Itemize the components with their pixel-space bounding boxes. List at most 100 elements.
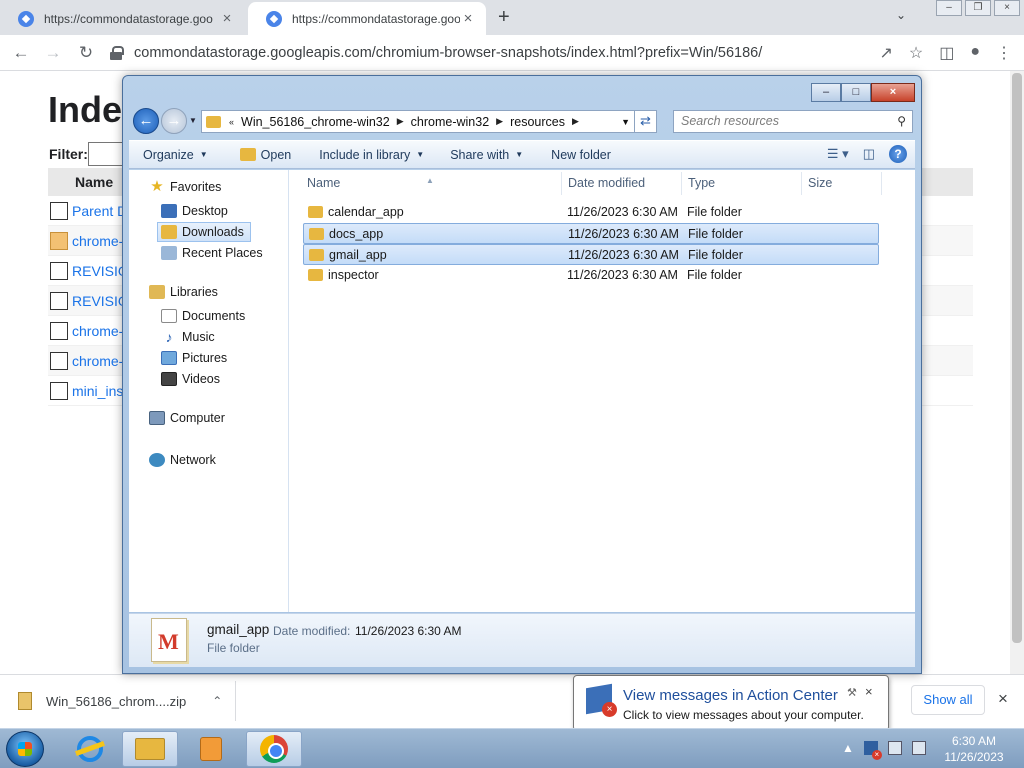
open-button[interactable]: Open — [218, 148, 302, 162]
breadcrumb-segment[interactable]: Win_56186_chrome-win32 — [241, 115, 390, 129]
column-divider[interactable] — [881, 172, 882, 195]
forward-arrow-icon[interactable]: → — [42, 42, 64, 64]
nav-documents[interactable]: Documents — [161, 306, 251, 326]
bookmark-star-icon[interactable]: ☆ — [909, 43, 923, 63]
breadcrumb-arrow-icon[interactable]: ▶ — [397, 116, 404, 127]
reload-icon[interactable]: ↻ — [75, 42, 97, 64]
show-hidden-icons-icon[interactable]: ▲ — [842, 741, 854, 755]
column-type[interactable]: Type — [688, 176, 715, 190]
browser-tab-2[interactable]: https://commondatastorage.goo × — [248, 2, 486, 35]
nav-network[interactable]: Network — [149, 453, 216, 467]
listing-link[interactable]: chrome- — [72, 353, 123, 369]
file-date: 11/26/2023 6:30 AM — [567, 205, 678, 219]
breadcrumb-arrow-icon[interactable]: ▶ — [496, 116, 503, 127]
column-name[interactable]: Name — [307, 176, 340, 190]
refresh-icon[interactable]: ⇄ — [634, 111, 656, 132]
listing-link[interactable]: REVISIO — [72, 263, 129, 279]
volume-muted-icon[interactable] — [911, 741, 926, 755]
column-divider[interactable] — [801, 172, 802, 195]
file-list: ▲ Name Date modified Type Size calendar_… — [289, 170, 915, 612]
listing-link[interactable]: chrome- — [72, 233, 123, 249]
url-text: commondatastorage.googleapis.com/chromiu… — [134, 45, 763, 61]
breadcrumb-segment[interactable]: resources — [510, 115, 565, 129]
minimize-icon[interactable]: – — [936, 0, 962, 16]
menu-kebab-icon[interactable]: ⋮ — [996, 43, 1012, 63]
profile-avatar-icon[interactable]: ● — [970, 43, 980, 63]
file-row[interactable]: calendar_app 11/26/2023 6:30 AM File fol… — [303, 202, 879, 223]
nav-computer[interactable]: Computer — [149, 411, 225, 425]
nav-pictures[interactable]: Pictures — [161, 348, 233, 368]
search-input[interactable]: Search resources ⚲ — [673, 110, 913, 133]
nav-downloads[interactable]: Downloads — [157, 222, 251, 242]
listing-link[interactable]: REVISIO — [72, 293, 129, 309]
address-dropdown-icon[interactable]: ▼ — [621, 117, 630, 127]
settings-wrench-icon[interactable]: ⚒ — [847, 686, 857, 699]
help-icon[interactable]: ? — [889, 145, 907, 163]
forward-arrow-icon[interactable]: → — [161, 108, 187, 134]
chevron-up-icon[interactable]: ⌃ — [212, 694, 222, 708]
preview-pane-icon[interactable]: ◫ — [863, 146, 875, 162]
back-arrow-icon[interactable]: ← — [133, 108, 159, 134]
nav-libraries[interactable]: Libraries — [149, 285, 218, 299]
lock-icon[interactable] — [110, 46, 124, 60]
file-row[interactable]: docs_app 11/26/2023 6:30 AM File folder — [303, 223, 879, 244]
new-folder-button[interactable]: New folder — [533, 148, 621, 162]
show-all-button[interactable]: Show all — [911, 685, 985, 715]
tab-close-icon[interactable]: × — [219, 10, 235, 27]
listing-link[interactable]: mini_ins — [72, 383, 123, 399]
nav-recent-places[interactable]: Recent Places — [161, 243, 269, 263]
taskbar-media-player[interactable] — [183, 731, 239, 767]
new-tab-button[interactable]: + — [498, 6, 510, 29]
side-panel-icon[interactable]: ◫ — [939, 43, 954, 63]
column-date-modified[interactable]: Date modified — [568, 176, 645, 190]
change-view-icon[interactable]: ☰ ▾ — [827, 146, 849, 162]
minimize-icon[interactable]: – — [811, 83, 841, 102]
network-status-icon[interactable] — [887, 741, 902, 755]
share-icon[interactable]: ↗ — [879, 43, 892, 63]
taskbar-internet-explorer[interactable] — [62, 731, 118, 767]
overflow-chevron-icon[interactable]: « — [229, 117, 234, 127]
listing-link[interactable]: Parent D — [72, 203, 127, 219]
taskbar-chrome[interactable] — [246, 731, 302, 767]
taskbar-windows-explorer[interactable] — [122, 731, 178, 767]
start-button[interactable] — [6, 731, 44, 767]
column-size[interactable]: Size — [808, 176, 832, 190]
back-arrow-icon[interactable]: ← — [10, 42, 32, 64]
search-icon[interactable]: ⚲ — [897, 114, 906, 128]
close-icon[interactable]: × — [994, 0, 1020, 16]
tab-search-icon[interactable]: ⌄ — [896, 8, 906, 22]
close-icon[interactable]: × — [871, 83, 915, 102]
windows-explorer-icon — [135, 738, 165, 760]
organize-button[interactable]: Organize ▼ — [129, 148, 218, 162]
file-row[interactable]: gmail_app 11/26/2023 6:30 AM File folder — [303, 244, 879, 265]
nav-desktop[interactable]: Desktop — [161, 201, 234, 221]
close-icon[interactable]: × — [865, 684, 873, 699]
restore-icon[interactable]: ❐ — [965, 0, 991, 16]
explorer-address-bar[interactable]: « Win_56186_chrome-win32 ▶ chrome-win32 … — [201, 110, 657, 133]
nav-favorites[interactable]: ★ Favorites — [149, 179, 221, 194]
browser-tab-1[interactable]: https://commondatastorage.goo × — [0, 2, 245, 35]
include-in-library-button[interactable]: Include in library ▼ — [301, 148, 434, 162]
breadcrumb-segment[interactable]: chrome-win32 — [411, 115, 490, 129]
system-clock[interactable]: 6:30 AM 11/26/2023 — [942, 733, 1006, 765]
action-center-notification[interactable]: × View messages in Action Center Click t… — [573, 675, 889, 744]
action-center-flag-icon[interactable] — [863, 741, 882, 760]
maximize-icon[interactable]: □ — [841, 83, 871, 102]
nav-videos[interactable]: Videos — [161, 369, 226, 389]
scrollbar-thumb[interactable] — [1012, 73, 1022, 643]
address-bar[interactable]: commondatastorage.googleapis.com/chromiu… — [110, 39, 910, 67]
column-divider[interactable] — [681, 172, 682, 195]
notification-title[interactable]: View messages in Action Center — [623, 687, 838, 704]
nav-music[interactable]: ♪ Music — [161, 327, 221, 347]
breadcrumb-arrow-icon[interactable]: ▶ — [572, 116, 579, 127]
download-item[interactable]: Win_56186_chrom....zip ⌃ — [6, 681, 236, 721]
listing-link[interactable]: chrome- — [72, 323, 123, 339]
include-label: Include in library — [319, 147, 411, 162]
close-downloads-icon[interactable]: × — [998, 689, 1008, 709]
tab-close-icon[interactable]: × — [460, 10, 476, 27]
page-scrollbar[interactable] — [1010, 71, 1024, 674]
recent-pages-dropdown-icon[interactable]: ▼ — [189, 116, 197, 125]
file-row[interactable]: inspector 11/26/2023 6:30 AM File folder — [303, 265, 879, 286]
share-with-button[interactable]: Share with ▼ — [434, 148, 533, 162]
column-divider[interactable] — [561, 172, 562, 195]
